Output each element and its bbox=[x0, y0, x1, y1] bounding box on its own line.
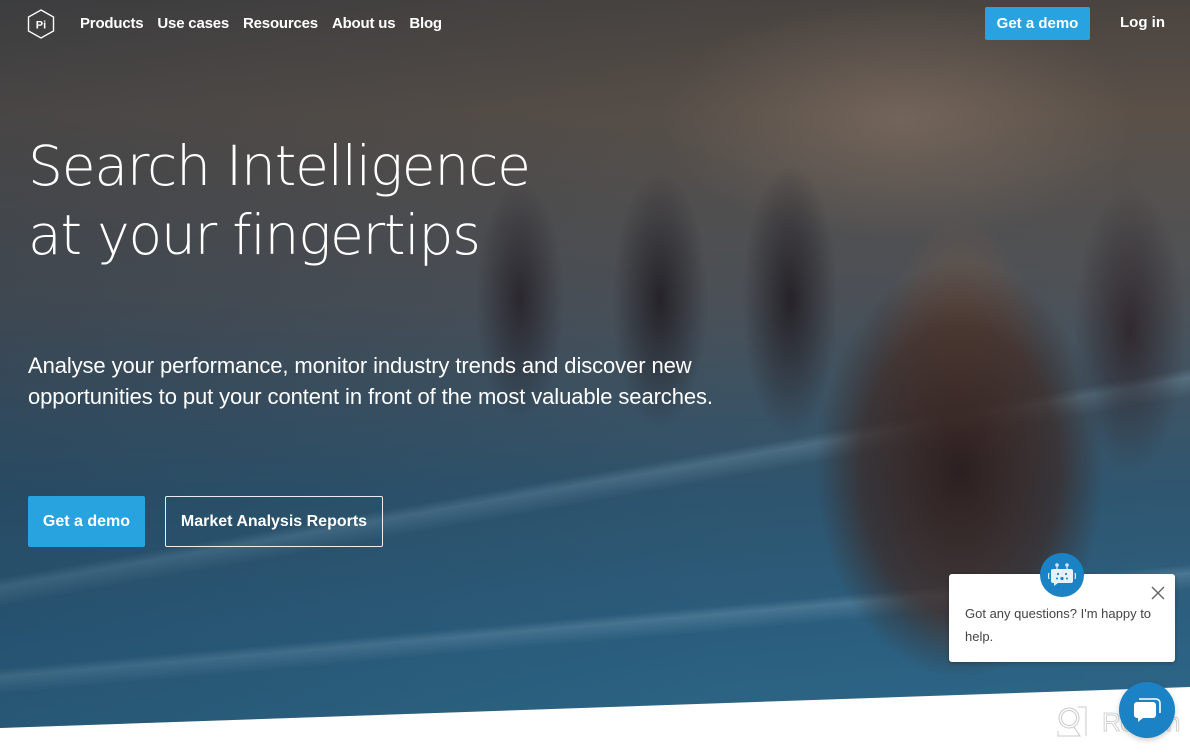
hero-get-demo-button[interactable]: Get a demo bbox=[28, 496, 145, 547]
hero-subtext: Analyse your performance, monitor indust… bbox=[28, 351, 788, 412]
hexagon-logo-icon: Pi bbox=[27, 9, 55, 39]
login-link[interactable]: Log in bbox=[1120, 14, 1165, 31]
svg-text:Pi: Pi bbox=[36, 20, 46, 32]
hero-headline: Search Intelligence at your fingertips bbox=[28, 132, 531, 270]
robot-icon bbox=[1040, 553, 1084, 597]
subtext-line-1: Analyse your performance, monitor indust… bbox=[28, 353, 692, 378]
headline-line-2: at your fingertips bbox=[28, 203, 481, 267]
nav-link-use-cases[interactable]: Use cases bbox=[157, 15, 229, 32]
nav-link-resources[interactable]: Resources bbox=[243, 15, 318, 32]
close-icon[interactable] bbox=[1149, 584, 1167, 602]
chat-bubble-icon bbox=[1134, 698, 1161, 722]
top-navbar: Pi Products Use cases Resources About us… bbox=[0, 0, 1190, 50]
headline-line-1: Search Intelligence bbox=[28, 134, 531, 198]
nav-get-demo-button[interactable]: Get a demo bbox=[985, 7, 1090, 40]
nav-link-blog[interactable]: Blog bbox=[409, 15, 442, 32]
chat-message: Got any questions? I'm happy to help. bbox=[965, 606, 1152, 644]
nav-links: Products Use cases Resources About us Bl… bbox=[80, 15, 442, 32]
pi-logo[interactable]: Pi bbox=[27, 9, 55, 39]
chat-launcher-button[interactable] bbox=[1119, 682, 1175, 738]
subtext-line-2: opportunities to put your content in fro… bbox=[28, 383, 713, 409]
market-analysis-reports-button[interactable]: Market Analysis Reports bbox=[165, 496, 383, 547]
nav-link-products[interactable]: Products bbox=[80, 15, 144, 32]
nav-link-about-us[interactable]: About us bbox=[332, 15, 396, 32]
revain-logo-icon bbox=[1057, 706, 1087, 737]
